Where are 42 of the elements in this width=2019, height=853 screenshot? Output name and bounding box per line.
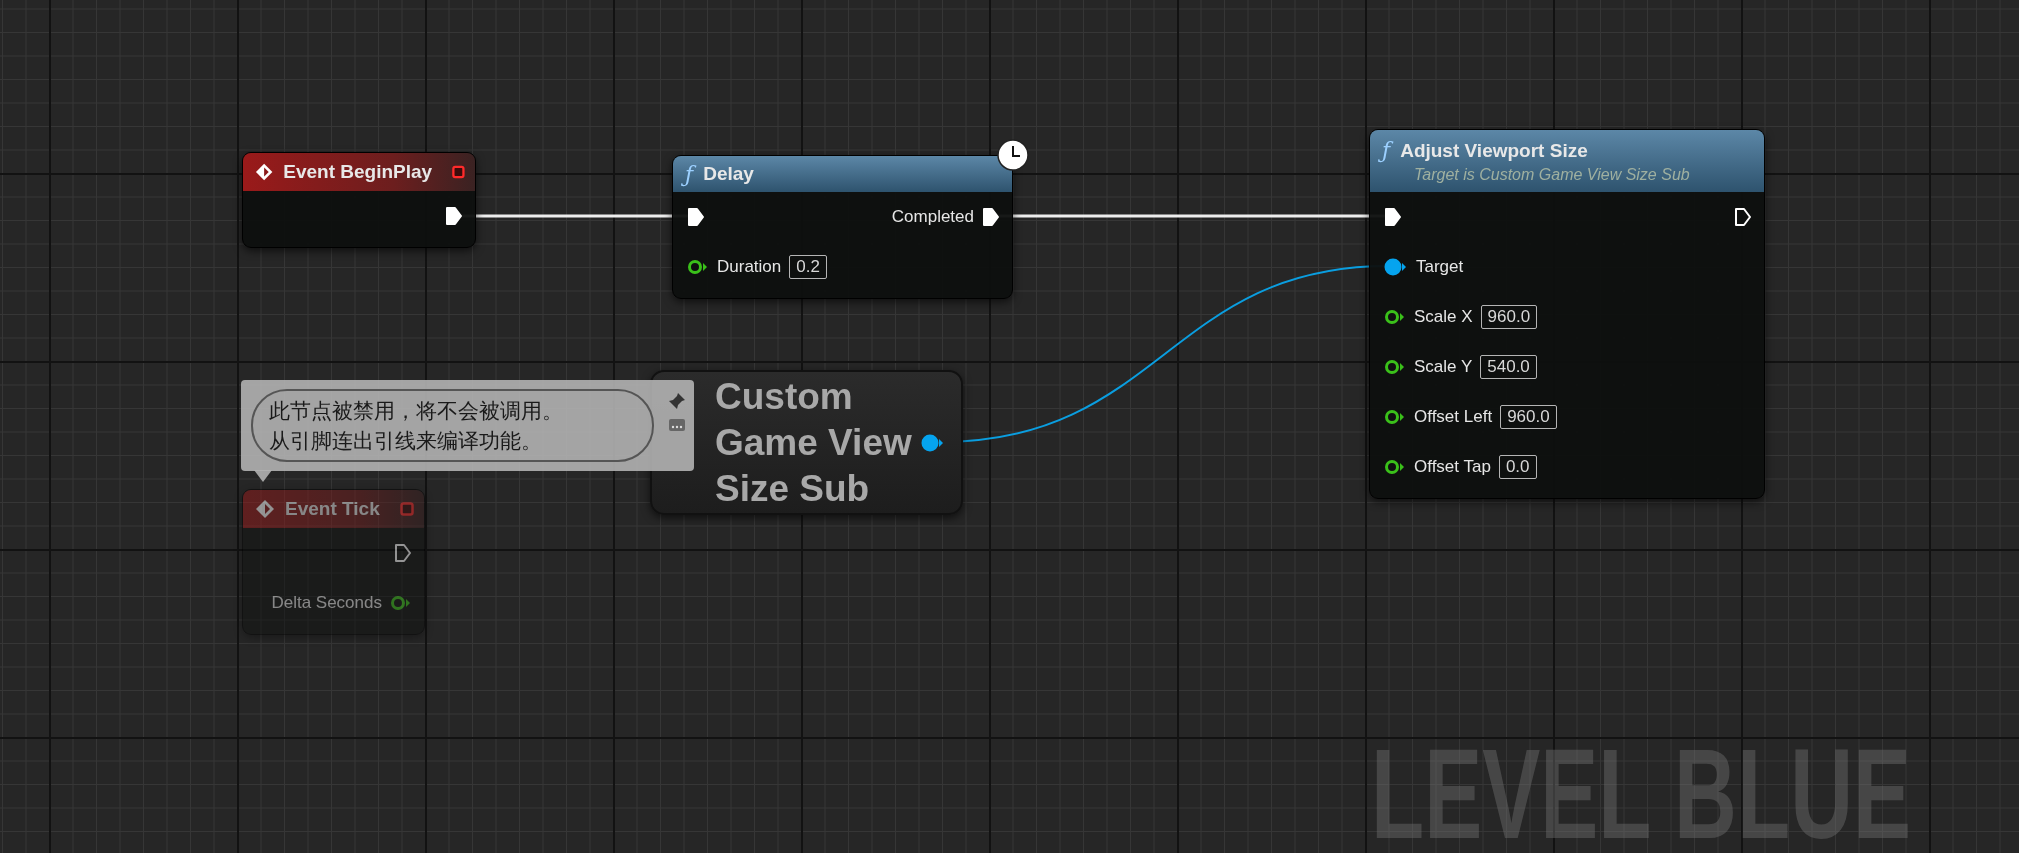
node-title: Event BeginPlay — [283, 161, 433, 183]
variable-node[interactable]: Custom Game View Size Sub — [650, 370, 963, 515]
value-field[interactable]: 540.0 — [1480, 355, 1537, 379]
comment-text: 从引脚连出引线来编译功能。 — [269, 427, 542, 455]
event-diamond-icon — [255, 162, 274, 182]
node-title: Custom Game View Size Sub — [715, 374, 913, 511]
pin-label: Duration — [717, 257, 782, 277]
function-node[interactable]: ƒ Adjust Viewport Size Target is Custom Game View Size Sub Target Scale X 960.0 Scale Y 540.0 Offset Left 960.0 Offset Tap 0.0 — [1369, 129, 1765, 499]
pin-label: Scale Y — [1414, 357, 1473, 377]
pin-label: Completed — [891, 207, 974, 227]
float-pin-icon[interactable] — [1384, 309, 1406, 325]
pin-label: Scale X — [1414, 307, 1473, 327]
node-title: Event Tick — [285, 498, 380, 520]
event-node[interactable]: Event BeginPlay — [242, 152, 476, 248]
node-title: Delay — [703, 163, 754, 185]
delegate-pin-icon[interactable] — [452, 165, 465, 179]
object-pin-icon[interactable] — [1384, 258, 1408, 276]
float-pin-icon[interactable] — [1384, 459, 1406, 475]
pin-label: Offset Left — [1414, 407, 1493, 427]
value-field[interactable]: 0.0 — [1498, 455, 1537, 479]
float-pin-icon[interactable] — [1384, 409, 1406, 425]
pin-icon[interactable] — [668, 392, 686, 410]
exec-pin-icon[interactable] — [687, 207, 705, 227]
float-pin-icon[interactable] — [1384, 359, 1406, 375]
comment-text: 此节点被禁用，将不会被调用。 — [269, 397, 563, 425]
node-subtitle: Target is Custom Game View Size Sub — [1413, 166, 1690, 184]
exec-pin-icon[interactable] — [1384, 207, 1402, 227]
object-pin-icon[interactable] — [921, 433, 945, 452]
value-field[interactable]: 0.2 — [789, 255, 827, 279]
exec-pin-icon[interactable] — [445, 206, 463, 226]
value-field[interactable]: 960.0 — [1500, 405, 1557, 429]
comment-toggle-icon[interactable] — [668, 418, 686, 432]
float-pin-icon[interactable] — [687, 259, 709, 275]
value-field[interactable]: 960.0 — [1480, 305, 1538, 329]
function-node[interactable]: ƒ Delay Duration 0.2 Completed — [672, 155, 1013, 299]
pin-label: Delta Seconds — [271, 593, 382, 613]
exec-pin-icon[interactable] — [982, 207, 1000, 227]
pin-label: Target — [1416, 257, 1464, 277]
exec-pin-icon[interactable] — [1734, 207, 1752, 227]
node-title: Adjust Viewport Size — [1400, 139, 1588, 162]
event-diamond-icon — [255, 499, 275, 519]
pin-label: Offset Tap — [1414, 457, 1491, 477]
